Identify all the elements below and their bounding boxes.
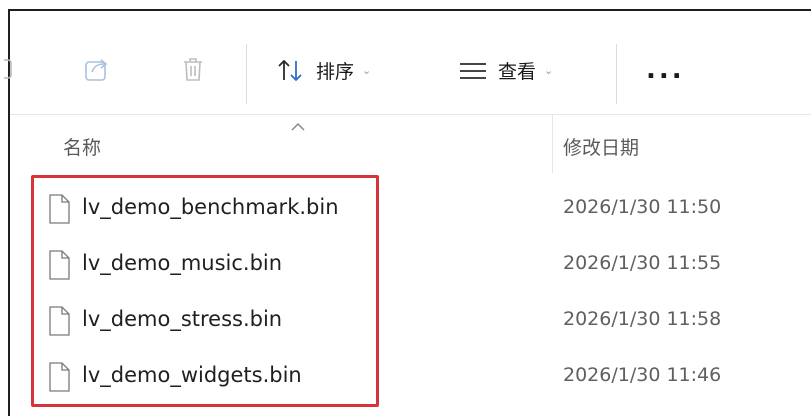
partial-icon [4,59,12,79]
partial-toolbar-button[interactable] [4,58,14,80]
command-bar: 排序 ⌄ 查看 ⌄ ... [4,11,811,114]
view-button[interactable]: 查看 ⌄ [458,57,553,84]
file-modified-date: 2026/1/30 11:58 [563,308,722,330]
sort-arrows-icon [278,59,302,81]
view-label: 查看 [498,61,537,83]
delete-button[interactable] [178,54,208,84]
chevron-down-icon: ⌄ [362,64,372,77]
file-modified-date: 2026/1/30 11:50 [563,196,722,218]
trash-icon [184,58,202,81]
toolbar-separator [616,44,617,104]
column-header-name[interactable]: 名称 [63,133,101,160]
share-icon [85,59,108,81]
share-button[interactable] [82,54,112,84]
column-header-row: 名称 修改日期 [10,114,811,173]
sort-button[interactable]: 排序 ⌄ [276,57,371,84]
file-modified-date: 2026/1/30 11:55 [563,252,722,274]
more-label: ... [646,55,685,85]
view-lines-icon [460,62,486,79]
sort-label: 排序 [316,61,355,83]
column-header-date[interactable]: 修改日期 [563,133,639,160]
more-options-button[interactable]: ... [646,55,685,85]
toolbar-separator [246,44,247,104]
chevron-down-icon: ⌄ [544,64,554,77]
sort-ascending-icon[interactable] [291,117,305,136]
column-divider[interactable] [552,115,553,173]
highlight-box [31,175,379,407]
file-modified-date: 2026/1/30 11:46 [563,364,722,386]
